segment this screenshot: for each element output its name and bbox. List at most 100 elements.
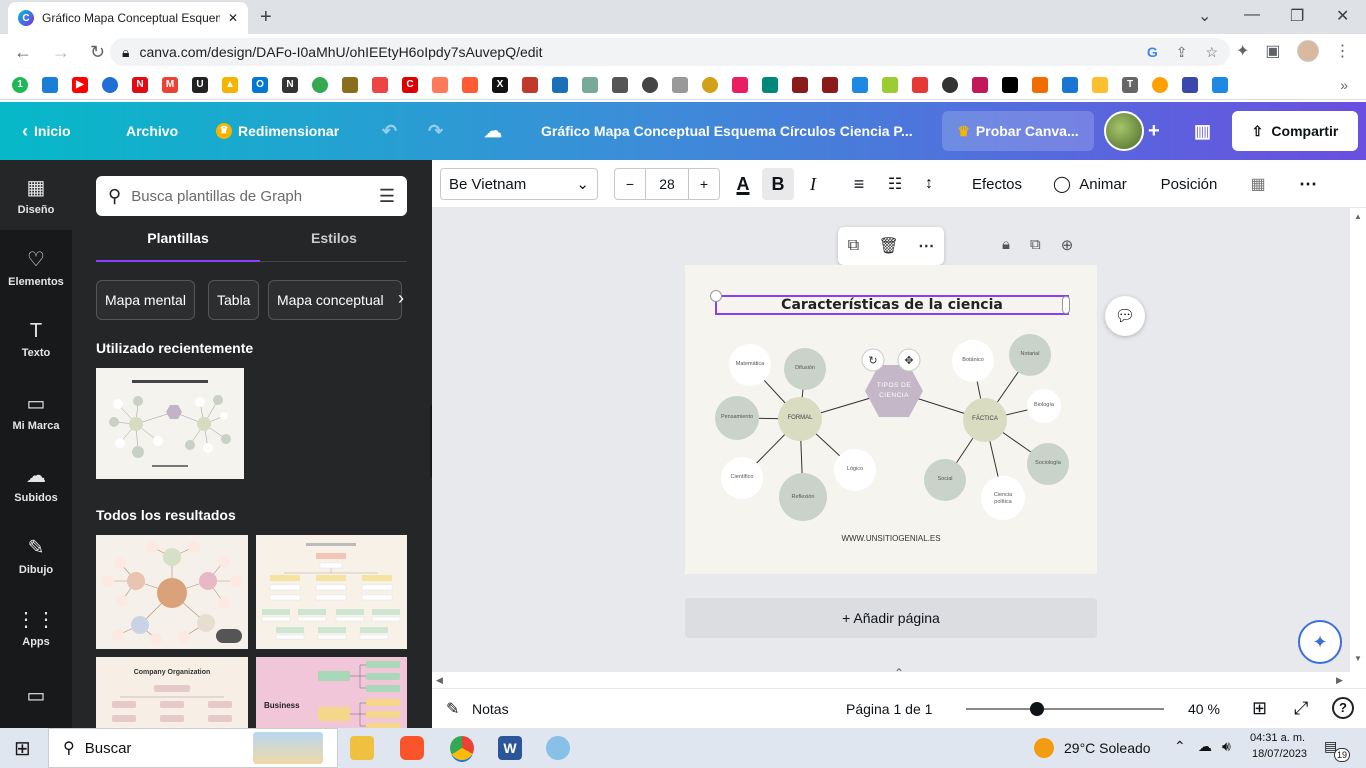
- tvs-icon[interactable]: [552, 76, 568, 93]
- template-thumb-orgchart[interactable]: [256, 535, 407, 649]
- tab-search-icon[interactable]: ⌄: [1198, 6, 1211, 26]
- weather-text[interactable]: 29°C Soleado: [1064, 740, 1151, 756]
- gmail-icon[interactable]: M: [162, 76, 178, 93]
- duplicate-icon[interactable]: ⧉: [848, 237, 859, 255]
- google-icon[interactable]: G: [1147, 44, 1158, 61]
- add-collaborator-icon[interactable]: +: [1148, 102, 1160, 160]
- archivo-button[interactable]: Archivo: [126, 102, 178, 160]
- volume-icon[interactable]: 🔊︎: [1222, 738, 1231, 755]
- sidepanel-icon[interactable]: ▣: [1265, 41, 1280, 61]
- hubspot2-icon[interactable]: [462, 76, 478, 93]
- font-family-select[interactable]: Be Vietnam ⌄: [440, 168, 598, 200]
- redimensionar-button[interactable]: ♛ Redimensionar: [216, 102, 339, 160]
- filter-icon[interactable]: ☰: [379, 186, 395, 207]
- rail-item-elementos[interactable]: ♡ Elementos: [0, 232, 72, 302]
- close-tab-icon[interactable]: ✕: [228, 11, 238, 25]
- horizontal-scrollbar[interactable]: ◀ ▶ ⌃: [432, 666, 1350, 688]
- decrease-size-button[interactable]: −: [615, 176, 645, 192]
- rail-item-subidos[interactable]: ☁ Subidos: [0, 448, 72, 518]
- duplicate-page-icon[interactable]: ⧉: [1030, 236, 1041, 254]
- bookmark-24-icon[interactable]: [702, 76, 718, 93]
- more-icon[interactable]: ⋯: [918, 236, 934, 256]
- undo-icon[interactable]: ↶: [382, 102, 397, 160]
- scroll-up-icon[interactable]: ▲: [1354, 212, 1362, 221]
- reload-icon[interactable]: ↻: [90, 42, 105, 63]
- more-options-icon[interactable]: ⋯: [1294, 168, 1322, 200]
- back-icon[interactable]: ←: [14, 42, 32, 63]
- vertical-scrollbar[interactable]: ▲ ▼: [1350, 208, 1366, 688]
- efectos-button[interactable]: Efectos: [962, 168, 1032, 200]
- clock-time[interactable]: 04:31 a. m.: [1250, 732, 1305, 744]
- posicion-button[interactable]: Posición: [1156, 168, 1222, 200]
- bookmark-38-icon[interactable]: T: [1122, 76, 1138, 93]
- book-icon[interactable]: [522, 76, 538, 93]
- chevron-right-icon[interactable]: ›: [398, 288, 404, 309]
- bookmark-star-icon[interactable]: ☆: [1205, 44, 1218, 61]
- bookmark-35-icon[interactable]: [1032, 76, 1048, 93]
- share-page-icon[interactable]: ⇪: [1176, 44, 1188, 61]
- rail-item-mi-marca[interactable]: ▭ Mi Marca: [0, 376, 72, 446]
- bookmark-u-icon[interactable]: U: [192, 76, 208, 93]
- probar-canva-pro-button[interactable]: ♛ Probar Canva...: [942, 111, 1094, 151]
- extensions-icon[interactable]: ✦: [1236, 41, 1249, 61]
- zoom-slider-knob[interactable]: [1030, 702, 1044, 716]
- align-center-icon[interactable]: ≡: [846, 168, 872, 200]
- profile-avatar[interactable]: [1296, 40, 1319, 62]
- bookmark-26-icon[interactable]: [762, 76, 778, 93]
- rail-item-folder[interactable]: ▭: [0, 675, 72, 715]
- magic-assistant-icon[interactable]: ✦: [1298, 620, 1342, 664]
- chip-tabla[interactable]: Tabla: [208, 280, 260, 320]
- bookmark-1-icon[interactable]: 1: [12, 76, 28, 93]
- hubspot-icon[interactable]: [432, 76, 448, 93]
- scroll-left-icon[interactable]: ◀: [436, 675, 443, 686]
- bold-icon[interactable]: B: [762, 168, 794, 200]
- bookmark-31-icon[interactable]: [912, 76, 928, 93]
- youtube-icon[interactable]: ▶: [72, 76, 88, 93]
- tab-plantillas[interactable]: Plantillas: [96, 230, 260, 246]
- forward-icon[interactable]: →: [52, 42, 70, 63]
- netflix-icon[interactable]: N: [132, 76, 148, 93]
- lock-page-icon[interactable]: 🔒︎: [1002, 236, 1010, 254]
- template-thumb-company-org[interactable]: Company Organization: [96, 657, 248, 730]
- bookmark-32-icon[interactable]: [942, 76, 958, 93]
- redo-icon[interactable]: ↷: [428, 102, 443, 160]
- resize-handle[interactable]: [710, 290, 722, 302]
- windows-start-icon[interactable]: ⊞: [14, 736, 31, 761]
- document-title[interactable]: Gráfico Mapa Conceptual Esquema Círculos…: [541, 102, 913, 160]
- scroll-right-icon[interactable]: ▶: [1336, 675, 1343, 686]
- close-window-icon[interactable]: ✕: [1336, 6, 1349, 26]
- add-page-icon[interactable]: ⊕: [1061, 236, 1074, 254]
- rail-item-dibujo[interactable]: ✎ Dibujo: [0, 520, 72, 590]
- clock-date[interactable]: 18/07/2023: [1252, 748, 1307, 760]
- resize-handle[interactable]: [1062, 296, 1070, 314]
- show-pages-icon[interactable]: ⌃: [894, 666, 904, 680]
- more-bookmarks-icon[interactable]: »: [1340, 77, 1348, 93]
- bookmark-4-icon[interactable]: [102, 76, 118, 93]
- scroll-down-icon[interactable]: ▼: [1354, 654, 1362, 663]
- list-icon[interactable]: ☷: [882, 168, 908, 200]
- bookmark-28-icon[interactable]: [822, 76, 838, 93]
- maps-icon[interactable]: [312, 76, 328, 93]
- bookmark-13-icon[interactable]: [372, 76, 388, 93]
- bookmark-21-icon[interactable]: [612, 76, 628, 93]
- chrome-icon[interactable]: [450, 736, 474, 760]
- chip-mapa-conceptual[interactable]: Mapa conceptual: [268, 280, 402, 320]
- add-comment-icon[interactable]: 💬︎: [1105, 296, 1145, 336]
- spacing-icon[interactable]: ↕: [916, 168, 942, 200]
- delete-icon[interactable]: 🗑︎: [879, 236, 899, 256]
- minimize-icon[interactable]: —: [1244, 6, 1260, 24]
- bookmark-41-icon[interactable]: [1212, 76, 1228, 93]
- insights-icon[interactable]: ▥: [1194, 102, 1211, 160]
- notion-icon[interactable]: N: [282, 76, 298, 93]
- file-explorer-icon[interactable]: [350, 736, 374, 760]
- bookmark-29-icon[interactable]: [852, 76, 868, 93]
- paint-icon[interactable]: [546, 736, 570, 760]
- browser-menu-icon[interactable]: ⋮: [1335, 41, 1351, 61]
- template-thumb-business[interactable]: Business: [256, 657, 407, 730]
- zoom-level[interactable]: 40 %: [1188, 701, 1220, 717]
- page-indicator[interactable]: Página 1 de 1: [846, 701, 932, 717]
- rail-item-apps[interactable]: ⋮⋮ Apps: [0, 592, 72, 662]
- bookmark-30-icon[interactable]: [882, 76, 898, 93]
- transparency-icon[interactable]: ▦: [1246, 168, 1270, 200]
- increase-size-button[interactable]: +: [689, 176, 719, 192]
